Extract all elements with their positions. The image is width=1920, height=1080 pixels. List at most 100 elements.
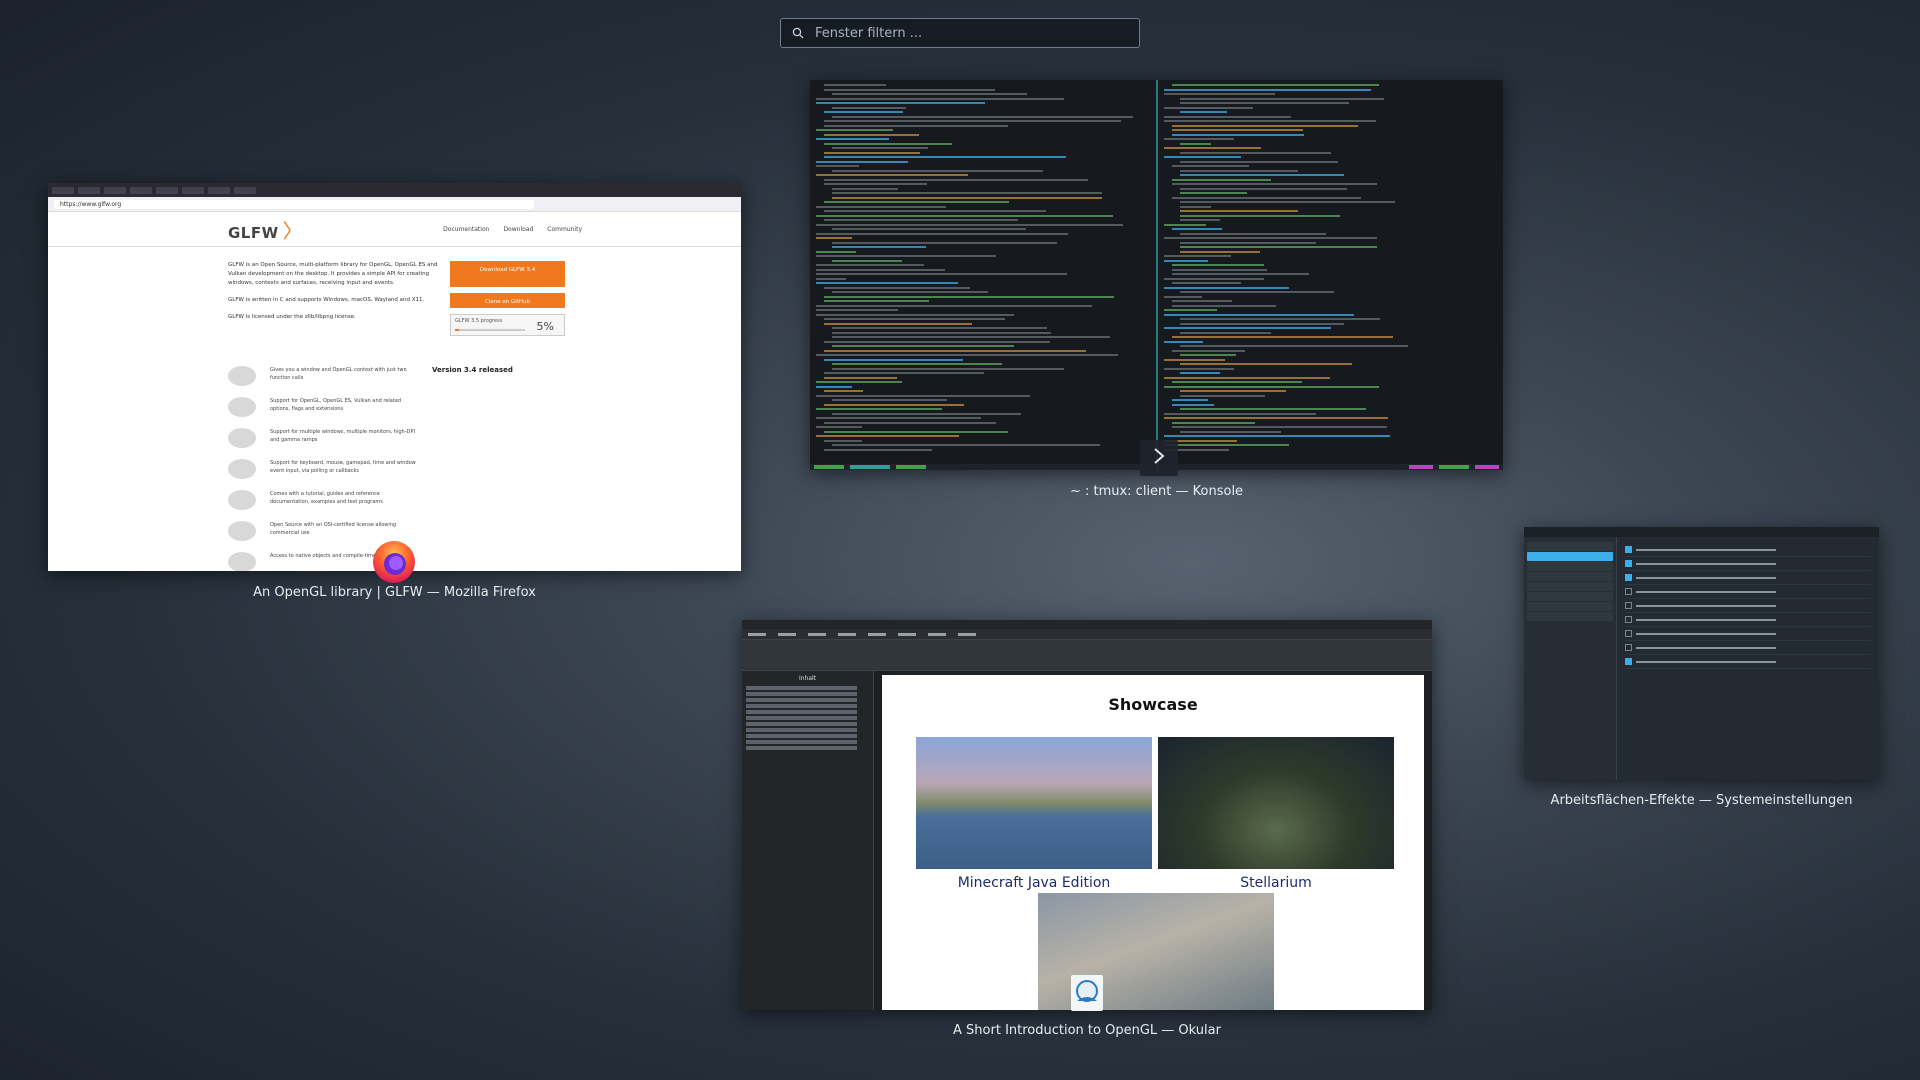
window-caption-systemsettings: Arbeitsflächen-Effekte — Systemeinstellu… xyxy=(1550,793,1853,808)
browser-tab xyxy=(208,186,230,194)
effect-row xyxy=(1625,571,1871,585)
terminal-text-line xyxy=(824,358,963,361)
terminal-text-line xyxy=(816,97,1064,100)
terminal-text-line xyxy=(816,354,1118,356)
toc-entry xyxy=(746,698,857,702)
window-thumbnail-firefox[interactable]: https://www.glfw.org GLFW 〉 Documentation… xyxy=(48,183,741,571)
terminal-text-line xyxy=(1171,304,1276,307)
intro-paragraph: GLFW is written in C and supports Window… xyxy=(228,297,425,303)
browser-tab xyxy=(182,186,204,194)
next-page-button[interactable] xyxy=(1140,440,1178,476)
terminal-text-line xyxy=(832,228,1026,230)
terminal-text-line xyxy=(1179,160,1338,163)
opensource-icon xyxy=(228,521,256,541)
terminal-text-line xyxy=(816,174,968,176)
terminal-pane-right xyxy=(1157,80,1503,470)
terminal-text-line xyxy=(832,399,947,401)
effect-text xyxy=(1636,604,1776,607)
effect-row xyxy=(1625,641,1871,655)
window-thumbnail-systemsettings[interactable] xyxy=(1524,527,1879,780)
progress-fill xyxy=(455,329,459,331)
terminal-text-line xyxy=(1171,268,1267,271)
terminal-text-line xyxy=(832,291,988,293)
effects-list xyxy=(1617,537,1879,780)
effect-row xyxy=(1625,655,1871,669)
terminal-text-line xyxy=(1179,151,1331,154)
terminal-text-line xyxy=(1163,286,1289,289)
terminal-text-line xyxy=(1163,385,1379,388)
terminal-text-line xyxy=(1171,133,1304,136)
toc-entry xyxy=(746,728,857,732)
document-page: Showcase Minecraft Java Edition Stellari… xyxy=(882,675,1424,1010)
terminal-text-line xyxy=(824,286,970,289)
terminal-text-line xyxy=(1179,390,1286,392)
glfw-header: GLFW 〉 Documentation Download Community xyxy=(48,212,741,247)
window-thumbnail-okular[interactable]: Inhalt Showcase Minecraft Java Edition S… xyxy=(742,620,1432,1010)
chevron-right-icon xyxy=(1152,447,1166,469)
browser-tab xyxy=(78,186,100,194)
terminal-text-line xyxy=(1171,282,1241,284)
terminal-text-line xyxy=(816,426,862,428)
terminal-text-line xyxy=(824,124,1008,127)
terminal-text-line xyxy=(824,219,1018,221)
terminal-text-line xyxy=(832,367,1064,370)
terminal-text-line xyxy=(1171,336,1393,338)
terminal-text-line xyxy=(816,381,902,383)
news-column: Version 3.4 released xyxy=(432,366,547,571)
toc-entry xyxy=(746,740,857,744)
window-filter-search[interactable] xyxy=(780,18,1140,48)
browser-tab xyxy=(130,186,152,194)
terminal-text-line xyxy=(1179,174,1344,176)
terminal-text-line xyxy=(816,408,942,410)
terminal-text-line xyxy=(824,430,1008,433)
terminal-text-line xyxy=(832,169,1043,172)
terminal-text-line xyxy=(1163,358,1225,361)
terminal-text-line xyxy=(1171,165,1249,167)
terminal-text-line xyxy=(1179,331,1271,334)
terminal-text-line xyxy=(824,403,964,406)
terminal-text-line xyxy=(1163,93,1275,95)
terminal-text-line xyxy=(1163,435,1390,437)
effect-text xyxy=(1636,660,1776,663)
terminal-text-line xyxy=(824,439,862,442)
terminal-text-line xyxy=(1163,444,1289,446)
terminal-text-line xyxy=(824,318,1005,320)
terminal-text-line xyxy=(1163,147,1261,149)
terminal-text-line xyxy=(1171,399,1208,401)
terminal-text-line xyxy=(816,205,946,208)
status-segment xyxy=(1475,465,1499,469)
sidebar-item-selected xyxy=(1527,552,1613,561)
tmux-status-bar xyxy=(810,464,1156,470)
effect-row xyxy=(1625,585,1871,599)
firefox-tab-bar xyxy=(48,183,741,197)
terminal-text-line xyxy=(1179,187,1347,190)
terminal-text-line xyxy=(1179,205,1211,208)
terminal-text-line xyxy=(1171,196,1361,199)
settings-titlebar xyxy=(1524,527,1879,537)
terminal-text-line xyxy=(832,259,902,262)
toc-entry xyxy=(746,692,857,696)
search-input[interactable] xyxy=(811,25,1139,41)
terminal-text-line xyxy=(816,255,996,257)
browser-tab xyxy=(104,186,126,194)
window-thumbnail-konsole[interactable] xyxy=(810,80,1503,470)
feature-item: Support for multiple windows, multiple m… xyxy=(228,428,418,459)
toc-entry xyxy=(746,734,857,738)
effect-text xyxy=(1636,632,1776,635)
terminal-text-line xyxy=(816,129,893,131)
terminal-text-line xyxy=(1171,421,1255,424)
terminal-text-line xyxy=(1163,367,1234,370)
terminal-text-line xyxy=(816,165,859,167)
toc-entry xyxy=(746,686,857,690)
minecraft-screenshot xyxy=(916,737,1152,869)
intro-paragraph: GLFW is an Open Source, multi-platform l… xyxy=(228,262,438,286)
github-button: Clone on GitHub xyxy=(450,293,565,308)
status-segment xyxy=(814,465,844,469)
terminal-text-line xyxy=(1163,313,1354,316)
effect-text xyxy=(1636,618,1776,621)
status-segment xyxy=(1409,465,1433,469)
feature-item: Support for OpenGL, OpenGL ES, Vulkan an… xyxy=(228,397,418,428)
terminal-text-line xyxy=(824,201,1009,203)
book-icon xyxy=(228,490,256,510)
progress-label: GLFW 3.5 progress xyxy=(455,318,503,324)
